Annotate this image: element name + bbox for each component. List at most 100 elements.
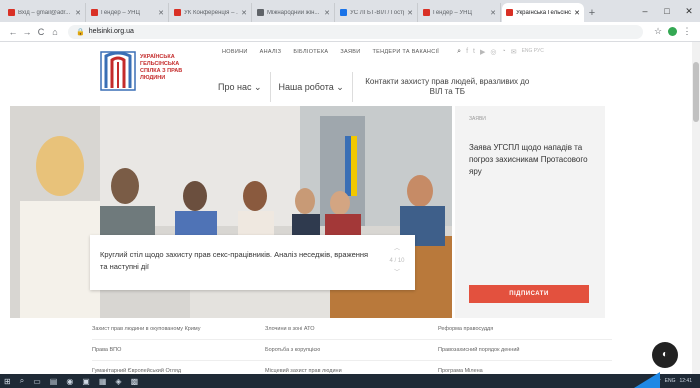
start-icon[interactable]: ⊞ (4, 377, 11, 386)
language-switch[interactable]: ENG РУС (522, 48, 544, 56)
star-icon[interactable]: ☆ (651, 26, 665, 37)
app-icon[interactable]: ▦ (99, 377, 107, 386)
new-tab-button[interactable]: + (585, 7, 599, 19)
close-window-button[interactable]: ✕ (678, 0, 700, 22)
panel-tag: ЗАЯВИ (469, 116, 486, 122)
chevron-down-icon: ⌄ (253, 81, 262, 92)
rss-icon[interactable]: ◔ (501, 48, 505, 56)
web-page: УКРАЇНСЬКА ГЕЛЬСІНСЬКА СПІЛКА З ПРАВ ЛЮД… (0, 42, 692, 374)
favicon-icon (91, 9, 98, 16)
slider-counter: 4 / 10 (389, 258, 405, 264)
explorer-icon[interactable]: ▤ (50, 377, 58, 386)
browser-tab[interactable]: УС ЛГБТ-ВІЛ / Гостр...✕ (336, 3, 418, 22)
youtube-icon[interactable]: ▶ (480, 48, 485, 56)
menu-icon[interactable]: ⋮ (680, 26, 694, 37)
sign-button[interactable]: ПІДПИСАТИ (469, 285, 589, 303)
site-logo[interactable]: УКРАЇНСЬКА ГЕЛЬСІНСЬКА СПІЛКА З ПРАВ ЛЮД… (100, 48, 190, 98)
browser-tab[interactable]: Міжнародний жін... ✕ (253, 3, 335, 22)
topic-link[interactable]: Злочини в зоні АТО (265, 326, 438, 332)
topic-link[interactable]: Захист прав людини в окупованому Криму (92, 326, 265, 332)
reload-button[interactable]: C (34, 27, 48, 37)
favicon-icon (8, 9, 15, 16)
twitter-icon[interactable]: t (473, 48, 475, 56)
nav-about[interactable]: Про нас ⌄ (210, 72, 270, 102)
favicon-icon (174, 9, 181, 16)
topic-links: Захист прав людини в окупованому Криму З… (92, 319, 612, 374)
browser-tab-active[interactable]: Українська Гельсінська...✕ (502, 3, 584, 22)
maximize-button[interactable]: □ (656, 0, 678, 22)
close-icon[interactable]: ✕ (158, 9, 164, 17)
logo-text: УКРАЇНСЬКА ГЕЛЬСІНСЬКА СПІЛКА З ПРАВ ЛЮД… (140, 54, 183, 81)
app-icon[interactable]: ◈ (115, 377, 121, 386)
nav-news[interactable]: НОВИНИ (222, 49, 248, 55)
facebook-icon[interactable]: f (466, 48, 468, 56)
language-indicator[interactable]: ENG (665, 378, 676, 384)
favicon-icon (340, 9, 347, 16)
app-icon[interactable]: ▣ (82, 377, 90, 386)
topic-link[interactable]: Реформа правосуддя (438, 326, 611, 332)
panel-title[interactable]: Заява УГСПЛ щодо нападів та погроз захис… (469, 142, 591, 178)
instagram-icon[interactable]: ◎ (490, 48, 496, 56)
back-button[interactable]: ← (6, 27, 20, 37)
minimize-button[interactable]: – (634, 0, 656, 22)
close-icon[interactable]: ✕ (407, 9, 413, 17)
nav-statements[interactable]: ЗАЯВИ (340, 49, 360, 55)
links-row: Гуманітарний Європейський Огляд Місцевий… (92, 361, 612, 374)
browser-tab[interactable]: УК Конференція – ... ✕ (170, 3, 252, 22)
task-view-icon[interactable]: ▭ (33, 377, 41, 386)
extensions: ☆ ⋮ (651, 26, 694, 37)
close-icon[interactable]: ✕ (75, 9, 81, 17)
chrome-icon[interactable]: ◉ (66, 377, 73, 386)
screen: Вхід – gmail@adr... ✕ Гендер – УНЦ ✕ УК Ко… (0, 0, 700, 388)
logo-mark-icon (100, 48, 136, 92)
favicon-icon (257, 9, 264, 16)
social-icons: ⌕ f t ▶ ◎ ◔ ✉ ENG РУС (457, 48, 549, 56)
close-icon[interactable]: ✕ (324, 9, 330, 17)
topic-link[interactable]: Боротьба з корупцією (265, 347, 438, 353)
url-input[interactable]: 🔒 helsinki.org.ua (68, 24, 643, 39)
browser-tab[interactable]: Вхід – gmail@adr... ✕ (4, 3, 86, 22)
chevron-down-icon: ⌄ (336, 81, 344, 92)
nav-library[interactable]: БІБЛІОТЕКА (293, 49, 328, 55)
slider-controls: ︿ 4 / 10 ﹀ (389, 243, 405, 279)
address-bar: ← → C ⌂ 🔒 helsinki.org.ua ☆ ⋮ (0, 22, 700, 42)
forward-button[interactable]: → (20, 27, 34, 37)
topic-link[interactable]: Правозахисний порядок денний (438, 347, 611, 353)
scrollbar-thumb[interactable] (693, 62, 699, 122)
chat-icon[interactable]: ◐ (652, 342, 678, 368)
search-icon[interactable]: ⌕ (457, 48, 461, 56)
nav-tenders[interactable]: ТЕНДЕРИ ТА ВАКАНСІЇ (372, 49, 439, 55)
slider-down-icon[interactable]: ﹀ (389, 267, 405, 279)
search-icon[interactable]: ⌕ (20, 376, 24, 386)
close-icon[interactable]: ✕ (241, 9, 247, 17)
nav-our-work[interactable]: Наша робота ⌄ (269, 72, 352, 102)
mail-icon[interactable]: ✉ (511, 48, 517, 56)
window-controls: – □ ✕ (634, 0, 700, 22)
scrollbar[interactable] (692, 42, 700, 374)
browser-tab[interactable]: Гендер – УНЦ ✕ (419, 3, 501, 22)
top-nav: НОВИНИ АНАЛІЗ БІБЛІОТЕКА ЗАЯВИ ТЕНДЕРИ Т… (222, 48, 549, 56)
topic-link[interactable]: Права ВПО (92, 347, 265, 353)
slider-up-icon[interactable]: ︿ (389, 243, 405, 255)
statement-panel: ЗАЯВИ Заява УГСПЛ щодо нападів та погроз… (455, 106, 605, 318)
favicon-icon (506, 9, 513, 16)
app-icon[interactable]: ▩ (131, 377, 139, 386)
browser-tab[interactable]: Гендер – УНЦ ✕ (87, 3, 169, 22)
links-row: Захист прав людини в окупованому Криму З… (92, 319, 612, 340)
close-icon[interactable]: ✕ (574, 9, 580, 17)
hero-caption[interactable]: Круглий стіл щодо захисту прав секс-прац… (90, 235, 415, 290)
url-text: helsinki.org.ua (88, 28, 134, 35)
main-nav: Про нас ⌄ Наша робота ⌄ Контакти захисту… (210, 72, 542, 102)
cursor-overlay-icon (634, 372, 660, 388)
browser-tab-strip: Вхід – gmail@adr... ✕ Гендер – УНЦ ✕ УК Ко… (0, 0, 700, 22)
links-row: Права ВПО Боротьба з корупцією Правозахи… (92, 340, 612, 361)
close-icon[interactable]: ✕ (490, 9, 496, 17)
lock-icon: 🔒 (76, 28, 85, 36)
clock[interactable]: 12:41 (679, 378, 692, 384)
home-button[interactable]: ⌂ (48, 27, 62, 37)
os-taskbar: ⊞ ⌕ ▭ ▤ ◉ ▣ ▦ ◈ ▩ ^ ENG 12:41 (0, 374, 700, 388)
extension-icon[interactable] (668, 27, 677, 36)
nav-hiv-contacts[interactable]: Контакти захисту прав людей, вразливих д… (351, 72, 542, 102)
nav-analysis[interactable]: АНАЛІЗ (260, 49, 282, 55)
favicon-icon (423, 9, 430, 16)
